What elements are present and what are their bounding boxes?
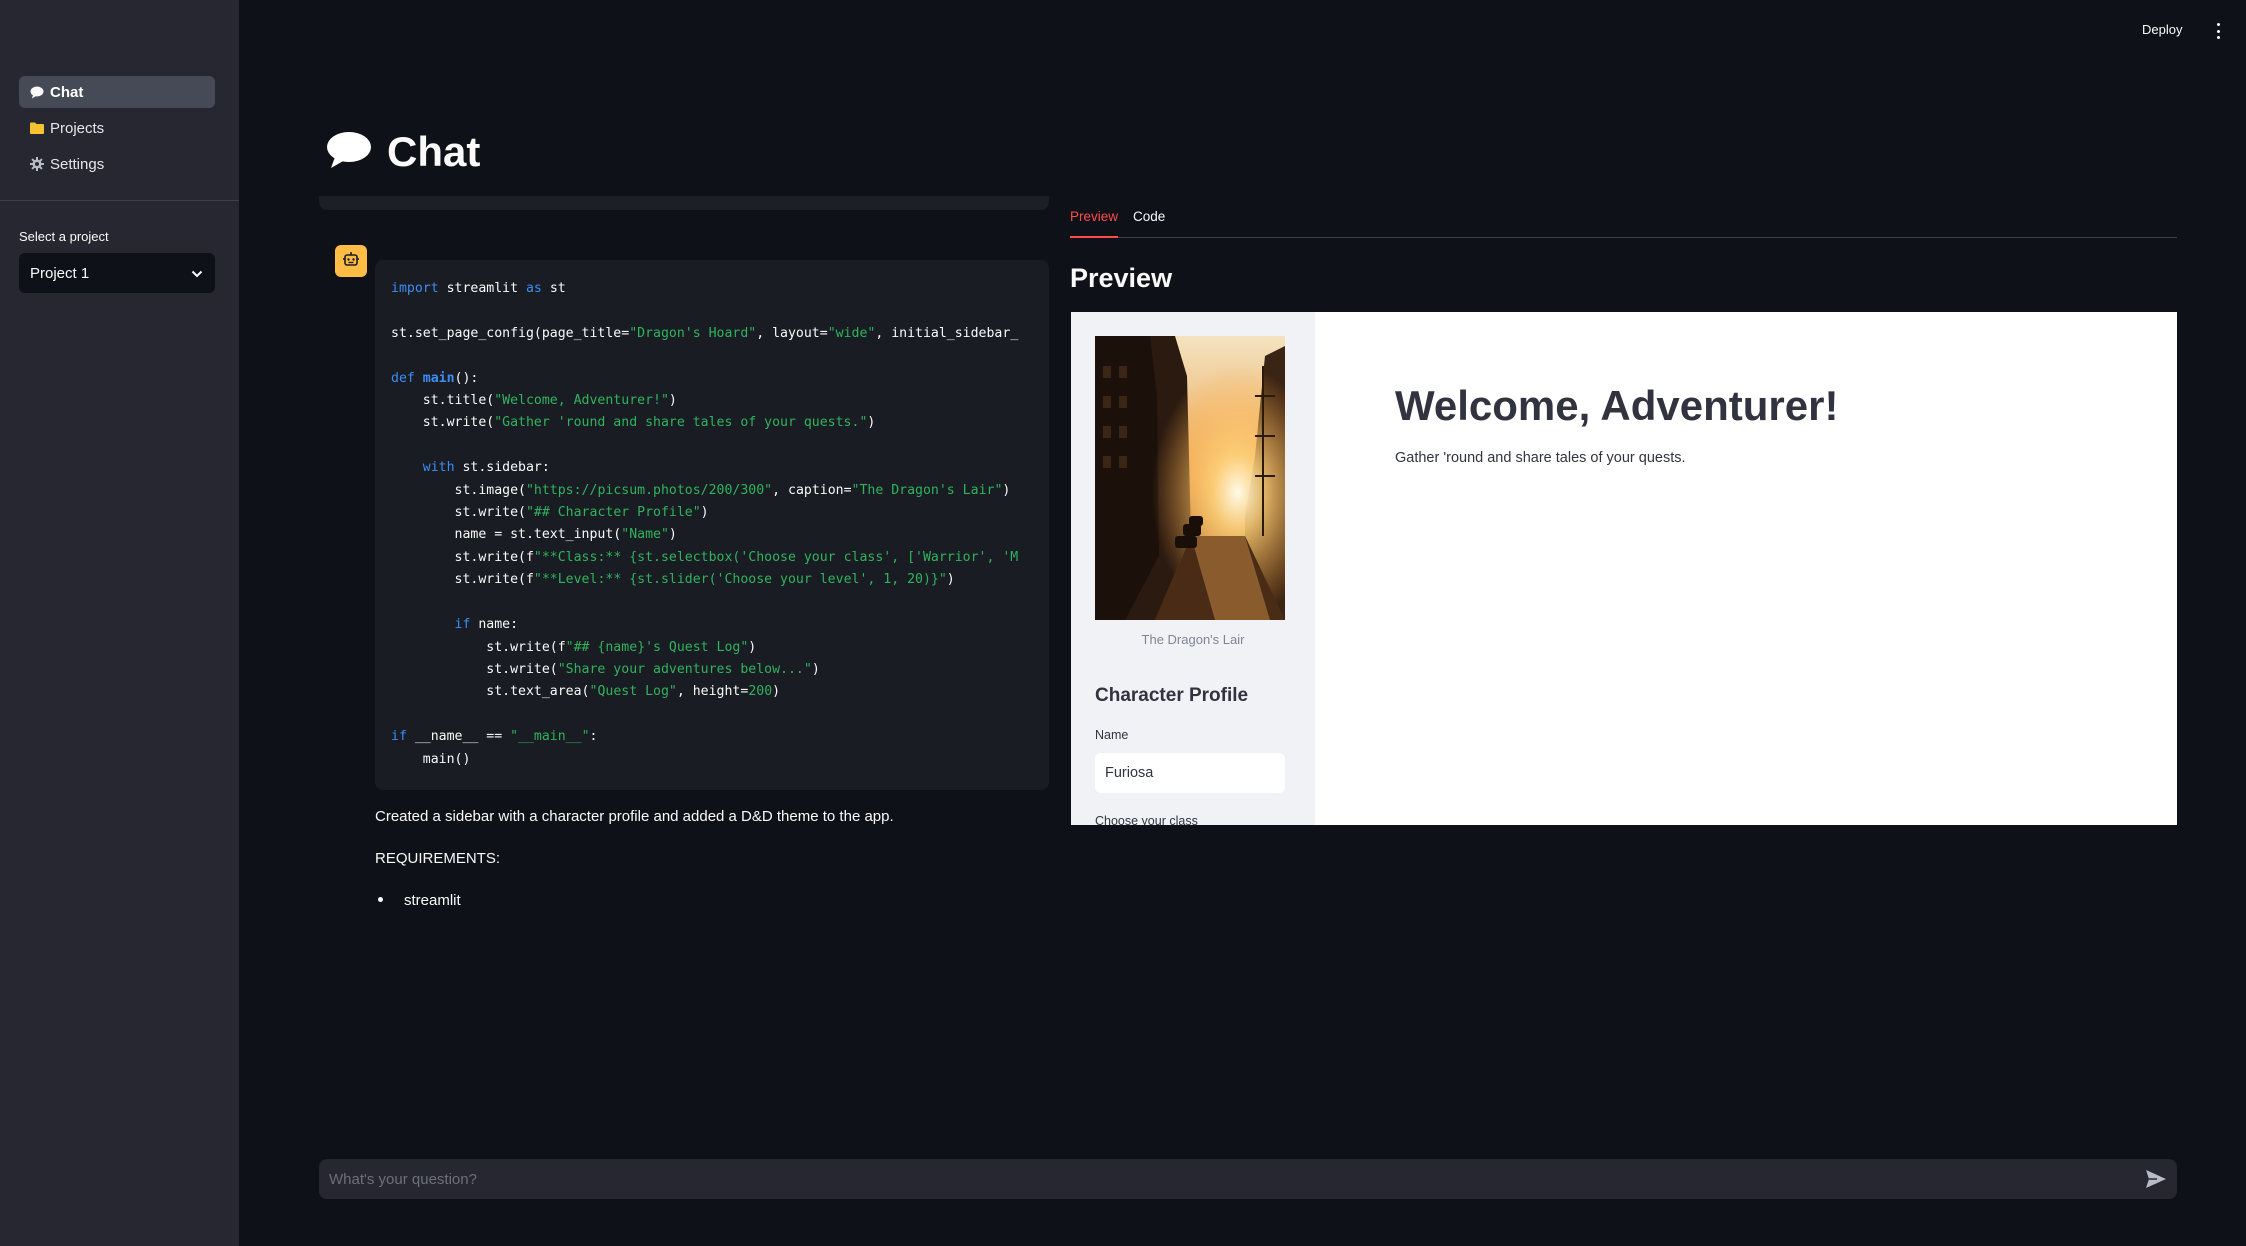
code-block: import streamlit as st st.set_page_confi… <box>375 260 1049 790</box>
send-icon[interactable] <box>2145 1169 2167 1189</box>
list-bullet <box>378 897 383 902</box>
gear-icon <box>30 157 44 171</box>
sidebar-item-label: Settings <box>50 155 105 173</box>
lair-image <box>1095 336 1285 620</box>
main-menu-icon[interactable] <box>2214 22 2222 40</box>
folder-icon <box>30 121 44 135</box>
name-field-label: Name <box>1095 728 1129 742</box>
previous-message-edge <box>319 196 1049 210</box>
requirements-label: REQUIREMENTS: <box>375 850 501 867</box>
chat-input[interactable] <box>319 1159 2119 1199</box>
page-title: Chat <box>387 128 481 175</box>
active-tab-indicator <box>1070 236 1118 238</box>
preview-tabs: Preview Code <box>1070 206 2177 238</box>
page-title-row: Chat <box>325 128 480 176</box>
code-content: import streamlit as st st.set_page_confi… <box>391 281 1019 767</box>
assistant-avatar <box>335 245 367 277</box>
sidebar-divider <box>0 200 239 201</box>
deploy-button[interactable]: Deploy <box>2142 22 2182 37</box>
sidebar: Chat Projects Settings Select a project … <box>0 0 239 1246</box>
chat-input-container <box>319 1159 2177 1199</box>
speech-balloon-icon <box>325 130 373 175</box>
class-select-label: Choose your class <box>1095 814 1198 825</box>
name-field[interactable]: Furiosa <box>1095 753 1285 793</box>
project-select-value: Project 1 <box>30 264 90 282</box>
tab-code[interactable]: Code <box>1133 209 1165 224</box>
sidebar-nav: Chat Projects Settings <box>19 76 215 184</box>
image-caption: The Dragon's Lair <box>1141 632 1245 647</box>
sidebar-item-chat[interactable]: Chat <box>19 76 215 108</box>
speech-balloon-icon <box>30 85 44 99</box>
tab-preview[interactable]: Preview <box>1070 209 1118 224</box>
sidebar-item-settings[interactable]: Settings <box>19 148 215 180</box>
project-select[interactable]: Project 1 <box>19 253 215 293</box>
preview-app-sidebar: The Dragon's Lair Character Profile Name… <box>1071 312 1315 825</box>
sidebar-item-projects[interactable]: Projects <box>19 112 215 144</box>
preview-app-title: Welcome, Adventurer! <box>1395 382 1839 429</box>
sidebar-item-label: Projects <box>50 119 105 137</box>
preview-heading: Preview <box>1070 263 1173 293</box>
preview-app-subtitle: Gather 'round and share tales of your qu… <box>1395 450 1686 466</box>
sidebar-item-label: Chat <box>50 83 84 101</box>
character-profile-heading: Character Profile <box>1095 685 1249 706</box>
chevron-down-icon <box>191 265 203 282</box>
project-select-label: Select a project <box>19 229 109 244</box>
assistant-message: Created a sidebar with a character profi… <box>375 808 894 825</box>
requirement-item: streamlit <box>404 892 461 909</box>
app-preview-frame: The Dragon's Lair Character Profile Name… <box>1071 312 2177 825</box>
robot-icon <box>342 250 360 273</box>
